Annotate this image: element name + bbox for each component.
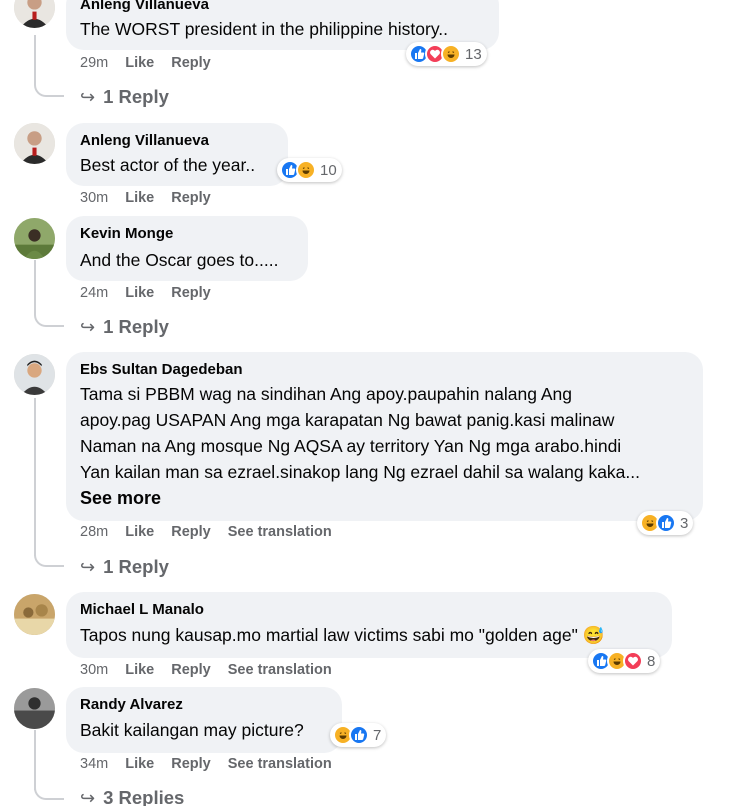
reply-button[interactable]: Reply: [171, 190, 211, 206]
reaction-summary[interactable]: 8: [588, 649, 661, 673]
avatar[interactable]: [14, 218, 55, 259]
thumbs-up-icon: [349, 725, 369, 745]
reply-button[interactable]: Reply: [171, 524, 211, 540]
thread-line: [34, 730, 36, 790]
comment-actions: 29m Like Reply: [80, 55, 228, 71]
view-replies-link[interactable]: ↪ 1 Reply: [80, 316, 169, 338]
thread-connector: [34, 551, 64, 567]
see-translation-link[interactable]: See translation: [228, 756, 332, 772]
thumbs-up-icon: [656, 513, 676, 533]
comment-author[interactable]: Anleng Villanueva: [80, 131, 274, 150]
comment-author[interactable]: Anleng Villanueva: [80, 0, 485, 14]
avatar[interactable]: [14, 688, 55, 729]
like-button[interactable]: Like: [125, 524, 154, 540]
avatar[interactable]: [14, 594, 55, 635]
comment-actions: 24m Like Reply: [80, 285, 228, 301]
reply-button[interactable]: Reply: [171, 285, 211, 301]
reaction-summary[interactable]: 13: [406, 42, 487, 66]
comment-time[interactable]: 30m: [80, 190, 108, 206]
see-more-link[interactable]: See more: [80, 485, 689, 511]
comment-time[interactable]: 28m: [80, 524, 108, 540]
avatar[interactable]: [14, 354, 55, 395]
comment-author[interactable]: Randy Alvarez: [80, 695, 328, 714]
avatar[interactable]: [14, 0, 55, 28]
reaction-count: 8: [647, 652, 656, 670]
thread-connector: [34, 311, 64, 327]
replies-label: 3 Replies: [103, 787, 185, 806]
comment-author[interactable]: Ebs Sultan Dagedeban: [80, 360, 689, 379]
reaction-summary[interactable]: 7: [330, 723, 387, 747]
comment-actions: 30m Like Reply: [80, 190, 228, 206]
comment-bubble: Kevin Monge And the Oscar goes to.....: [66, 216, 308, 281]
replies-label: 1 Reply: [103, 316, 169, 337]
see-translation-link[interactable]: See translation: [228, 524, 332, 540]
comment-time[interactable]: 29m: [80, 55, 108, 71]
thread-line: [34, 260, 36, 315]
reply-button[interactable]: Reply: [171, 756, 211, 772]
view-replies-link[interactable]: ↪ 3 Replies: [80, 787, 184, 806]
comment-bubble: Anleng Villanueva Best actor of the year…: [66, 123, 288, 186]
reaction-count: 10: [320, 161, 337, 179]
like-button[interactable]: Like: [125, 662, 154, 678]
comment-text: Best actor of the year..: [80, 155, 256, 175]
heart-icon: [623, 651, 643, 671]
comment-actions: 28m Like Reply See translation: [80, 524, 349, 540]
reaction-summary[interactable]: 3: [637, 511, 694, 535]
comment-text-line: apoy.pag USAPAN Ang mga karapatan Ng baw…: [80, 410, 615, 430]
like-button[interactable]: Like: [125, 285, 154, 301]
comment-text: Tapos nung kausap.mo martial law victims…: [80, 625, 605, 645]
comment-bubble: Michael L Manalo Tapos nung kausap.mo ma…: [66, 592, 672, 658]
thread-line: [34, 398, 36, 556]
comment-time[interactable]: 34m: [80, 756, 108, 772]
reply-arrow-icon: ↪: [80, 556, 96, 577]
reaction-count: 7: [373, 726, 382, 744]
avatar[interactable]: [14, 123, 55, 164]
reaction-summary[interactable]: 10: [277, 158, 342, 182]
reply-arrow-icon: ↪: [80, 316, 96, 337]
laughing-face-icon: [296, 160, 316, 180]
like-button[interactable]: Like: [125, 756, 154, 772]
laughing-face-icon: [441, 44, 461, 64]
comment-bubble: Ebs Sultan Dagedeban Tama si PBBM wag na…: [66, 352, 703, 521]
comment-text-line: Naman na Ang mosque Ng AQSA ay territory…: [80, 436, 622, 456]
comment-time[interactable]: 24m: [80, 285, 108, 301]
thread-line: [34, 35, 36, 85]
comment-text-line: Yan kailan man sa ezrael.sinakop lang Ng…: [80, 462, 640, 482]
reaction-count: 3: [680, 514, 689, 532]
reply-button[interactable]: Reply: [171, 55, 211, 71]
comment-text: Bakit kailangan may picture?: [80, 720, 304, 740]
comment-author[interactable]: Kevin Monge: [80, 224, 294, 243]
reply-arrow-icon: ↪: [80, 86, 96, 107]
comment-bubble: Randy Alvarez Bakit kailangan may pictur…: [66, 687, 342, 753]
replies-label: 1 Reply: [103, 556, 169, 577]
comment-text: The WORST president in the philippine hi…: [80, 19, 448, 39]
reply-arrow-icon: ↪: [80, 787, 96, 806]
thread-connector: [34, 784, 64, 800]
comment-author[interactable]: Michael L Manalo: [80, 600, 658, 619]
see-translation-link[interactable]: See translation: [228, 662, 332, 678]
thread-connector: [34, 81, 64, 97]
like-button[interactable]: Like: [125, 55, 154, 71]
reaction-count: 13: [465, 45, 482, 63]
view-replies-link[interactable]: ↪ 1 Reply: [80, 86, 169, 108]
comment-actions: 30m Like Reply See translation: [80, 662, 349, 678]
like-button[interactable]: Like: [125, 190, 154, 206]
reply-button[interactable]: Reply: [171, 662, 211, 678]
replies-label: 1 Reply: [103, 86, 169, 107]
comment-actions: 34m Like Reply See translation: [80, 756, 349, 772]
view-replies-link[interactable]: ↪ 1 Reply: [80, 556, 169, 578]
comment-time[interactable]: 30m: [80, 662, 108, 678]
comment-text: And the Oscar goes to.....: [80, 250, 279, 270]
comment-text-line: Tama si PBBM wag na sindihan Ang apoy.pa…: [80, 384, 572, 404]
